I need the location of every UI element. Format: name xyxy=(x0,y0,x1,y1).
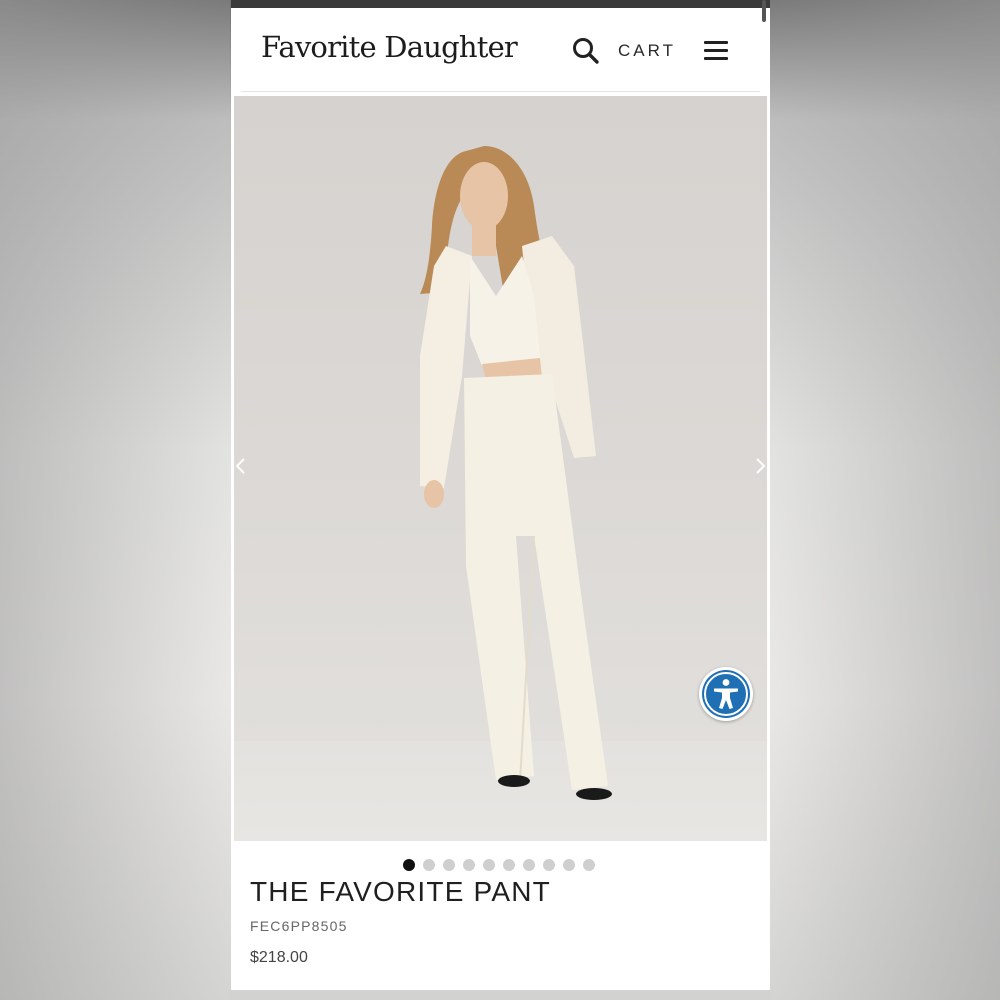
carousel-dot[interactable] xyxy=(503,859,515,871)
product-sku: FEC6PP8505 xyxy=(250,918,348,934)
next-image-button[interactable] xyxy=(751,456,767,476)
carousel-dot[interactable] xyxy=(523,859,535,871)
search-icon xyxy=(573,38,599,64)
carousel-dot[interactable] xyxy=(563,859,575,871)
accessibility-icon xyxy=(702,670,750,718)
phone-screen: Favorite Daughter CART THE FAVORITE PANT… xyxy=(231,0,770,990)
product-title: THE FAVORITE PANT xyxy=(250,876,551,907)
brand-logo[interactable]: Favorite Daughter xyxy=(261,30,518,64)
carousel-dot[interactable] xyxy=(543,859,555,871)
cart-link[interactable]: CART xyxy=(618,41,676,61)
search-button[interactable] xyxy=(571,36,601,66)
previous-image-button[interactable] xyxy=(234,456,250,476)
site-header: Favorite Daughter CART xyxy=(231,8,770,92)
product-price: $218.00 xyxy=(250,949,308,966)
accessibility-button[interactable] xyxy=(699,667,753,721)
product-image-carousel[interactable] xyxy=(234,96,767,841)
carousel-dot[interactable] xyxy=(463,859,475,871)
header-divider xyxy=(241,91,760,92)
carousel-dot[interactable] xyxy=(583,859,595,871)
carousel-dot[interactable] xyxy=(443,859,455,871)
status-strip xyxy=(231,0,770,8)
menu-button[interactable] xyxy=(704,38,730,62)
product-photo xyxy=(420,146,612,800)
carousel-dot[interactable] xyxy=(403,859,415,871)
chevron-left-icon xyxy=(235,458,245,474)
carousel-dot[interactable] xyxy=(423,859,435,871)
chevron-right-icon xyxy=(756,458,766,474)
carousel-dot[interactable] xyxy=(483,859,495,871)
